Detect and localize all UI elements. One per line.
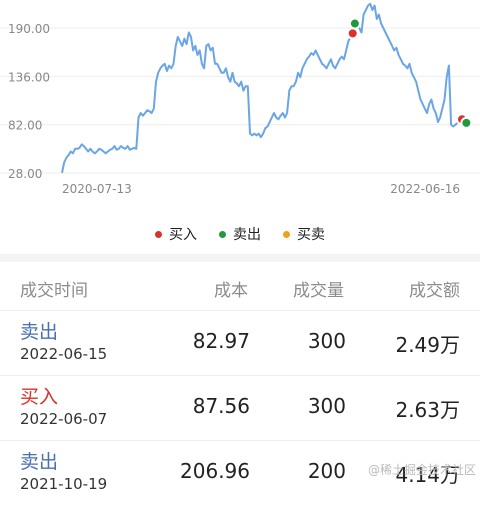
sell-dot-icon (219, 230, 226, 238)
trade-type: 买入 (20, 386, 59, 408)
price-chart: 190.00 136.00 82.00 28.00 2020-07-13 2022-06… (0, 2, 480, 196)
chart-gridlines (0, 27, 480, 174)
price-line (61, 2, 463, 174)
trade-amount: 2.49万 (395, 333, 460, 357)
legend-buy-label: 买入 (169, 227, 197, 243)
trade-volume: 300 (307, 329, 346, 353)
price-series (61, 2, 463, 174)
x-axis-ticks: 2020-07-13 2022-06-16 (62, 182, 460, 196)
header-volume: 成交量 (293, 281, 344, 301)
trade-volume: 200 (307, 459, 346, 483)
y-axis-ticks: 190.00 136.00 82.00 28.00 (8, 22, 50, 181)
trade-cost: 206.96 (180, 459, 250, 483)
legend-item-buy[interactable]: 买入 (155, 224, 197, 244)
sell-marker (460, 116, 473, 129)
section-divider (0, 254, 480, 262)
watermark: @稀土掘金技术社区 (367, 463, 476, 477)
x-tick-label: 2020-07-13 (62, 182, 132, 196)
header-cost: 成本 (214, 281, 248, 301)
trade-cost: 87.56 (192, 394, 250, 418)
trade-date: 2022-06-07 (20, 410, 108, 428)
header-time: 成交时间 (20, 281, 88, 301)
trade-date: 2021-10-19 (20, 475, 108, 493)
legend-sell-label: 卖出 (233, 227, 261, 243)
trade-markers (346, 17, 473, 129)
y-tick-label: 190.00 (8, 22, 50, 36)
trade-cost: 82.97 (192, 329, 250, 353)
trade-amount: 2.63万 (395, 398, 460, 422)
trade-date: 2022-06-15 (20, 345, 108, 363)
trade-volume: 300 (307, 394, 346, 418)
both-dot-icon (283, 230, 290, 238)
y-tick-label: 136.00 (8, 70, 50, 84)
sell-marker (348, 17, 361, 30)
legend-both-label: 买卖 (297, 227, 325, 243)
header-amount: 成交额 (409, 281, 460, 301)
buy-marker (346, 27, 359, 40)
y-tick-label: 82.00 (8, 119, 42, 133)
trades-table-header: 成交时间 成本 成交量 成交额 (0, 262, 480, 310)
trade-type: 卖出 (20, 321, 59, 343)
y-tick-label: 28.00 (8, 167, 42, 181)
chart-legend: 买入 卖出 买卖 (0, 222, 480, 246)
legend-item-sell[interactable]: 卖出 (219, 224, 261, 244)
trade-type: 卖出 (20, 451, 59, 473)
legend-item-both[interactable]: 买卖 (283, 224, 325, 244)
x-tick-label: 2022-06-16 (390, 182, 460, 196)
buy-dot-icon (155, 230, 162, 238)
table-row[interactable]: 卖出 2022-06-15 82.97 300 2.49万 (0, 310, 480, 375)
table-row[interactable]: 买入 2022-06-07 87.56 300 2.63万 (0, 375, 480, 440)
